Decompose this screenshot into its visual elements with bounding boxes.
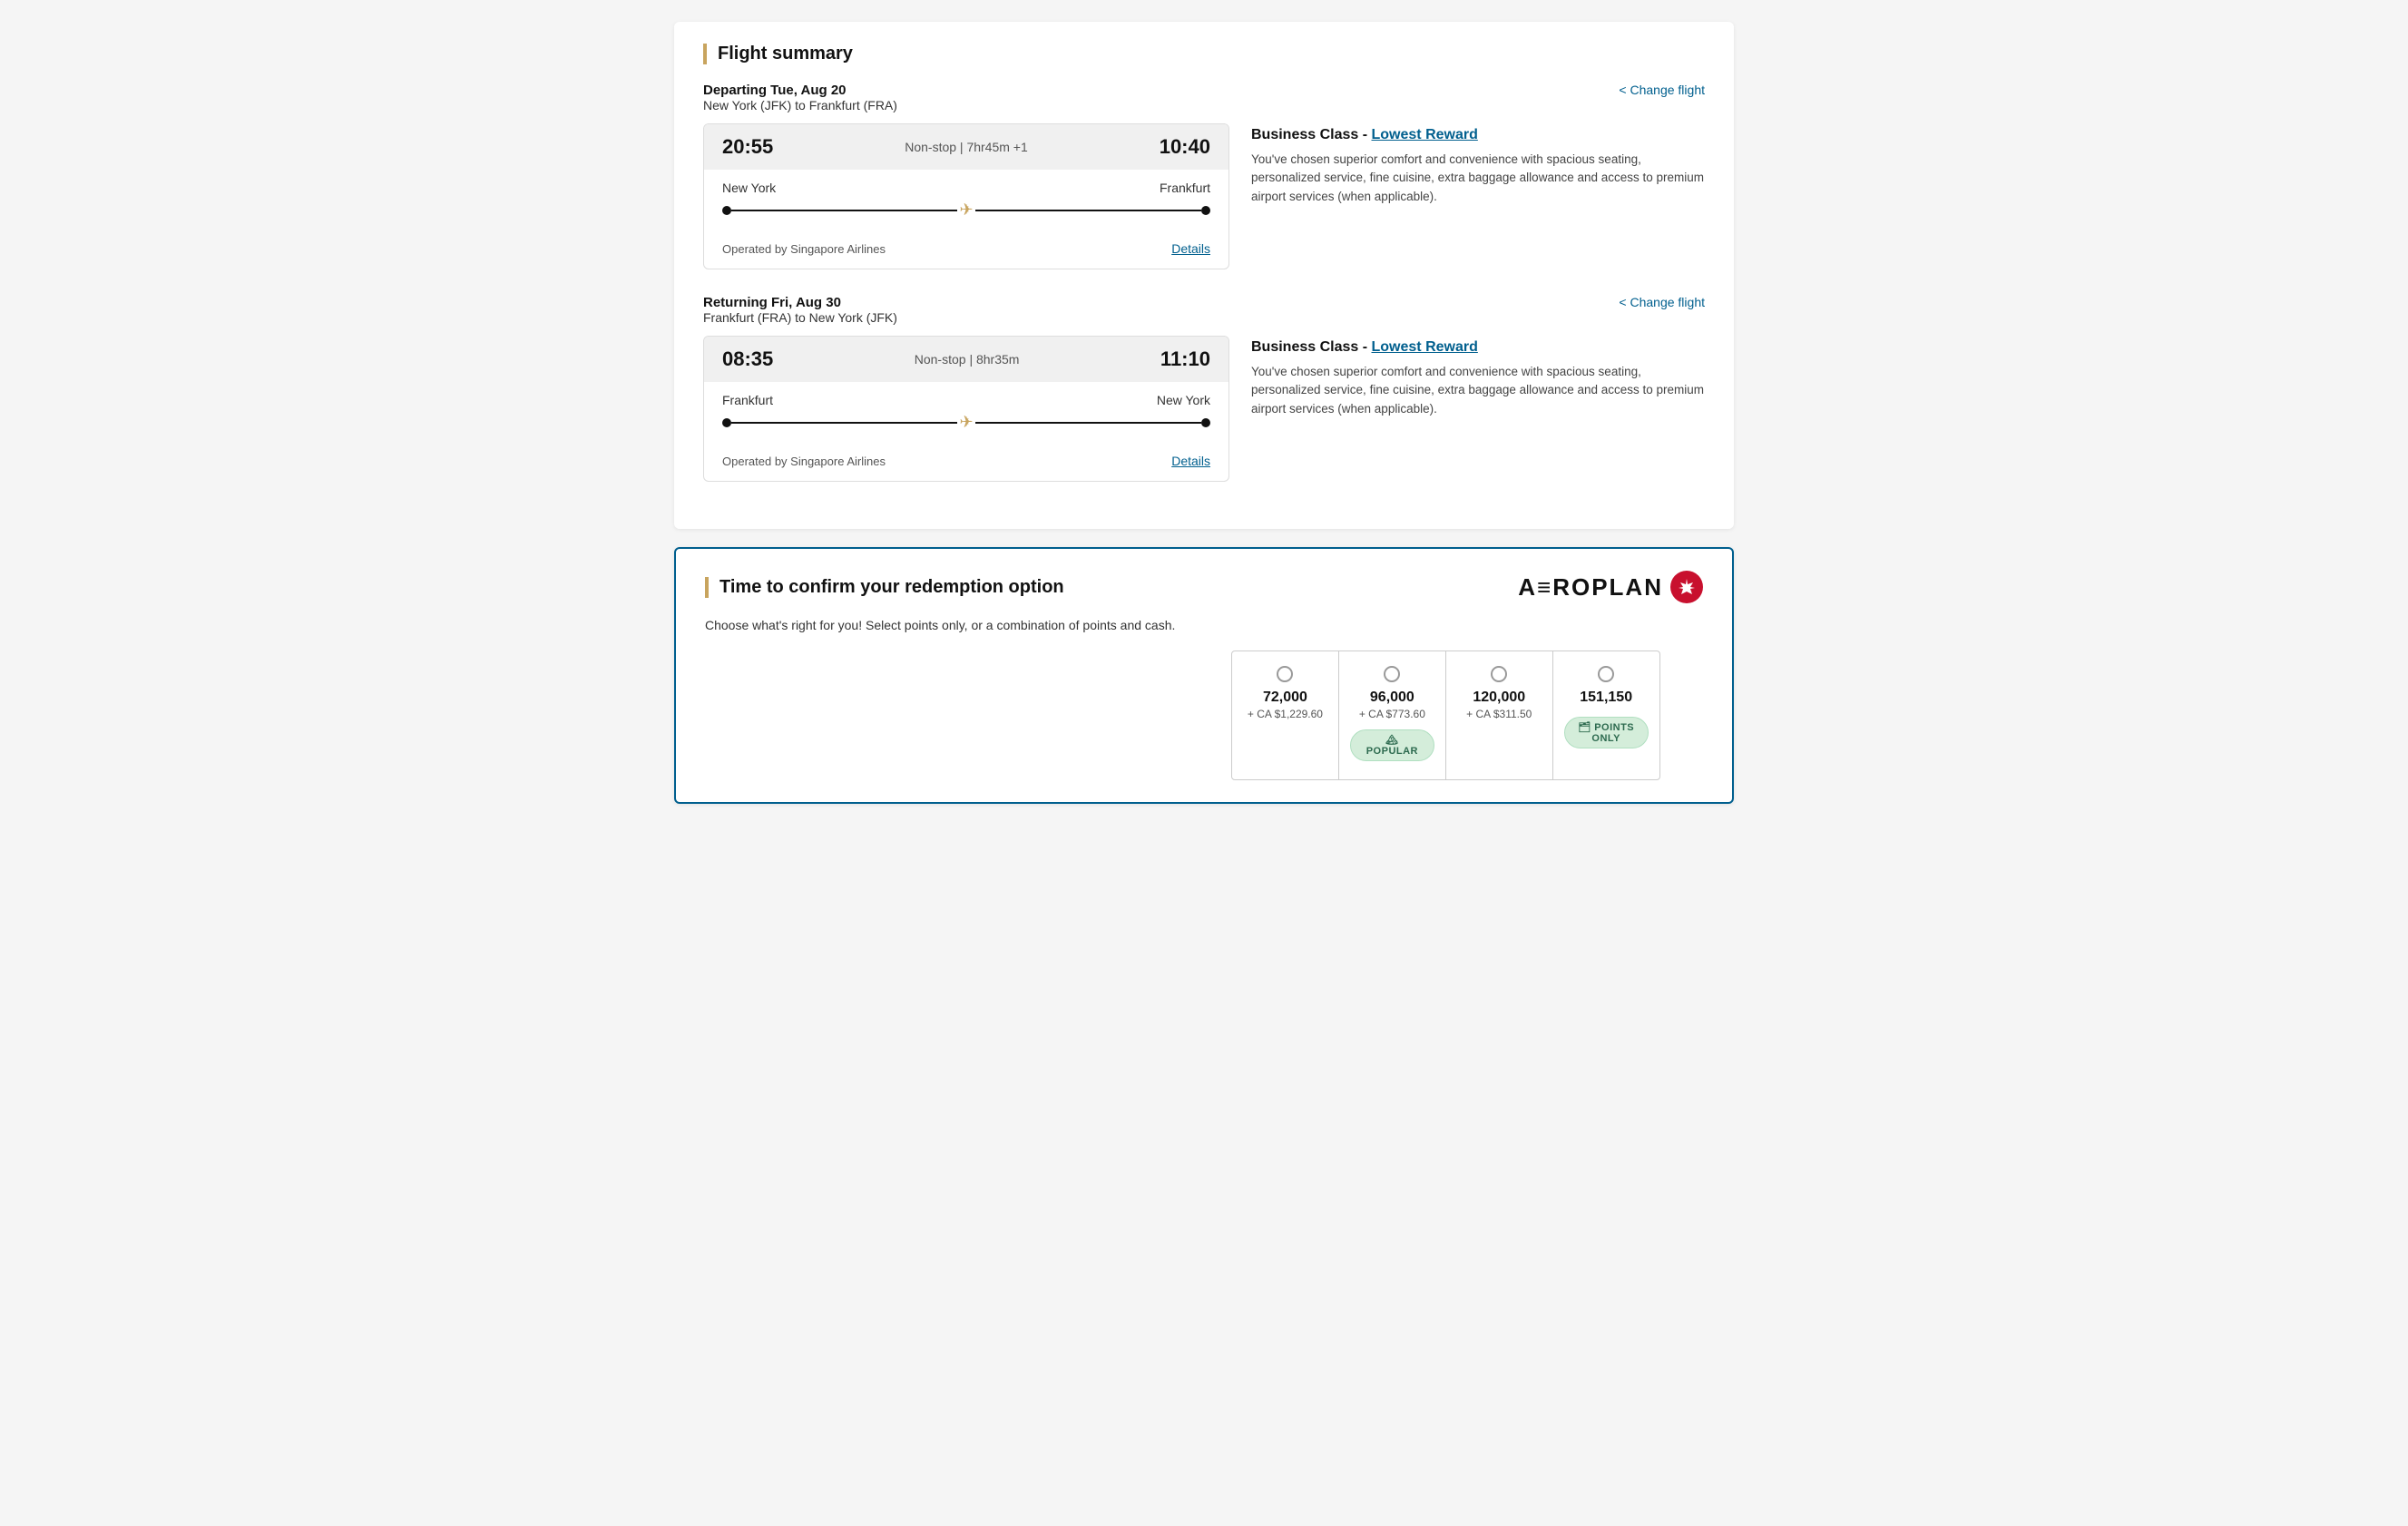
outbound-details-link[interactable]: Details: [1171, 241, 1210, 256]
outbound-flight-line: ✈: [722, 201, 1210, 220]
redemption-options-row: 72,000 + CA $1,229.60 96,000 + CA $773.60 🏔 …: [705, 651, 1703, 780]
redemption-badge-3: 🗂 POINTS ONLY: [1564, 717, 1649, 748]
outbound-cabin-info: Business Class - Lowest Reward You've ch…: [1251, 123, 1705, 206]
redemption-radio-0[interactable]: [1277, 666, 1293, 682]
outbound-departure-time: 20:55: [722, 135, 773, 159]
outbound-flight-card: 20:55 Non-stop | 7hr45m +1 10:40 New Yor…: [703, 123, 1229, 269]
outbound-cabin-title-text: Business Class -: [1251, 127, 1372, 142]
outbound-change-flight-link[interactable]: < Change flight: [1619, 83, 1705, 97]
return-flight-card-header: 08:35 Non-stop | 8hr35m 11:10: [704, 337, 1228, 382]
return-flight-line: ✈: [722, 413, 1210, 432]
outbound-leg-info: Departing Tue, Aug 20 New York (JFK) to …: [703, 83, 897, 112]
redemption-points-2: 120,000: [1457, 690, 1542, 706]
return-leg-info: Returning Fri, Aug 30 Frankfurt (FRA) to…: [703, 295, 897, 325]
redemption-radio-2[interactable]: [1491, 666, 1507, 682]
outbound-cabin-desc: You've chosen superior comfort and conve…: [1251, 151, 1705, 206]
return-flight-duration: Non-stop | 8hr35m: [915, 352, 1020, 367]
outbound-flight-card-body: New York Frankfurt ✈: [704, 170, 1228, 241]
return-route-row: Frankfurt New York: [722, 393, 1210, 407]
outbound-route-row: New York Frankfurt: [722, 181, 1210, 195]
redemption-cash-2: + CA $311.50: [1457, 708, 1542, 720]
outbound-dot-left: [722, 206, 731, 215]
return-departure-time: 08:35: [722, 347, 773, 371]
return-flight-content: 08:35 Non-stop | 8hr35m 11:10 Frankfurt …: [703, 336, 1705, 482]
return-route: Frankfurt (FRA) to New York (JFK): [703, 310, 897, 325]
outbound-flight-card-header: 20:55 Non-stop | 7hr45m +1 10:40: [704, 124, 1228, 170]
return-leg-header: Returning Fri, Aug 30 Frankfurt (FRA) to…: [703, 295, 1705, 325]
outbound-cabin-link[interactable]: Lowest Reward: [1372, 127, 1478, 142]
outbound-line-left: [731, 210, 957, 211]
return-cabin-title-text: Business Class -: [1251, 339, 1372, 355]
outbound-plane-icon: ✈: [959, 201, 973, 220]
outbound-route: New York (JFK) to Frankfurt (FRA): [703, 98, 897, 112]
flight-summary-card: Flight summary Departing Tue, Aug 20 New…: [674, 22, 1734, 529]
redemption-options: 72,000 + CA $1,229.60 96,000 + CA $773.60 🏔 …: [1231, 651, 1660, 780]
aeroplan-logo: A≡ROPLAN: [1518, 571, 1703, 603]
return-flight-footer: Operated by Singapore Airlines Details: [704, 454, 1228, 481]
outbound-operated-by: Operated by Singapore Airlines: [722, 242, 886, 256]
outbound-dot-right: [1201, 206, 1210, 215]
redemption-cash-1: + CA $773.60: [1350, 708, 1434, 720]
return-dot-left: [722, 418, 731, 427]
return-cabin-desc: You've chosen superior comfort and conve…: [1251, 363, 1705, 418]
flight-summary-title: Flight summary: [703, 44, 1705, 64]
redemption-points-0: 72,000: [1243, 690, 1327, 706]
redemption-points-1: 96,000: [1350, 690, 1434, 706]
return-line-right: [975, 422, 1201, 424]
redemption-title: Time to confirm your redemption option: [705, 577, 1064, 598]
outbound-arrival-time: 10:40: [1160, 135, 1210, 159]
return-details-link[interactable]: Details: [1171, 454, 1210, 468]
redemption-badge-1: 🏔 POPULAR: [1350, 729, 1434, 761]
redemption-radio-3[interactable]: [1598, 666, 1614, 682]
outbound-to-city: Frankfurt: [1160, 181, 1210, 195]
return-arrival-time: 11:10: [1160, 347, 1210, 371]
maple-leaf-icon: [1670, 571, 1703, 603]
aeroplan-text: A≡ROPLAN: [1518, 573, 1663, 602]
redemption-option-1[interactable]: 96,000 + CA $773.60 🏔 POPULAR: [1339, 651, 1446, 779]
outbound-cabin-title: Business Class - Lowest Reward: [1251, 127, 1705, 143]
return-flight-card-body: Frankfurt New York ✈: [704, 382, 1228, 454]
redemption-points-3: 151,150: [1564, 690, 1649, 706]
return-to-city: New York: [1157, 393, 1210, 407]
redemption-cash-0: + CA $1,229.60: [1243, 708, 1327, 720]
outbound-leg-label: Departing Tue, Aug 20: [703, 83, 897, 98]
outbound-flight-duration: Non-stop | 7hr45m +1: [905, 140, 1028, 154]
redemption-option-3[interactable]: 151,150 🗂 POINTS ONLY: [1553, 651, 1659, 779]
return-cabin-title: Business Class - Lowest Reward: [1251, 339, 1705, 356]
return-operated-by: Operated by Singapore Airlines: [722, 455, 886, 468]
page-wrapper: Flight summary Departing Tue, Aug 20 New…: [660, 0, 1748, 826]
return-leg-label: Returning Fri, Aug 30: [703, 295, 897, 310]
outbound-flight-content: 20:55 Non-stop | 7hr45m +1 10:40 New Yor…: [703, 123, 1705, 269]
return-leg: Returning Fri, Aug 30 Frankfurt (FRA) to…: [703, 295, 1705, 482]
return-dot-right: [1201, 418, 1210, 427]
redemption-option-2[interactable]: 120,000 + CA $311.50: [1446, 651, 1553, 779]
outbound-line-right: [975, 210, 1201, 211]
outbound-from-city: New York: [722, 181, 776, 195]
redemption-subtitle: Choose what's right for you! Select poin…: [705, 618, 1703, 632]
outbound-flight-footer: Operated by Singapore Airlines Details: [704, 241, 1228, 269]
return-cabin-info: Business Class - Lowest Reward You've ch…: [1251, 336, 1705, 418]
return-cabin-link[interactable]: Lowest Reward: [1372, 339, 1478, 355]
redemption-header: Time to confirm your redemption option A…: [705, 571, 1703, 603]
redemption-radio-1[interactable]: [1384, 666, 1400, 682]
return-line-left: [731, 422, 957, 424]
outbound-leg: Departing Tue, Aug 20 New York (JFK) to …: [703, 83, 1705, 269]
outbound-leg-header: Departing Tue, Aug 20 New York (JFK) to …: [703, 83, 1705, 112]
return-change-flight-link[interactable]: < Change flight: [1619, 295, 1705, 309]
return-flight-card: 08:35 Non-stop | 8hr35m 11:10 Frankfurt …: [703, 336, 1229, 482]
redemption-option-0[interactable]: 72,000 + CA $1,229.60: [1232, 651, 1339, 779]
redemption-card: Time to confirm your redemption option A…: [674, 547, 1734, 804]
return-plane-icon: ✈: [959, 413, 973, 432]
return-from-city: Frankfurt: [722, 393, 773, 407]
